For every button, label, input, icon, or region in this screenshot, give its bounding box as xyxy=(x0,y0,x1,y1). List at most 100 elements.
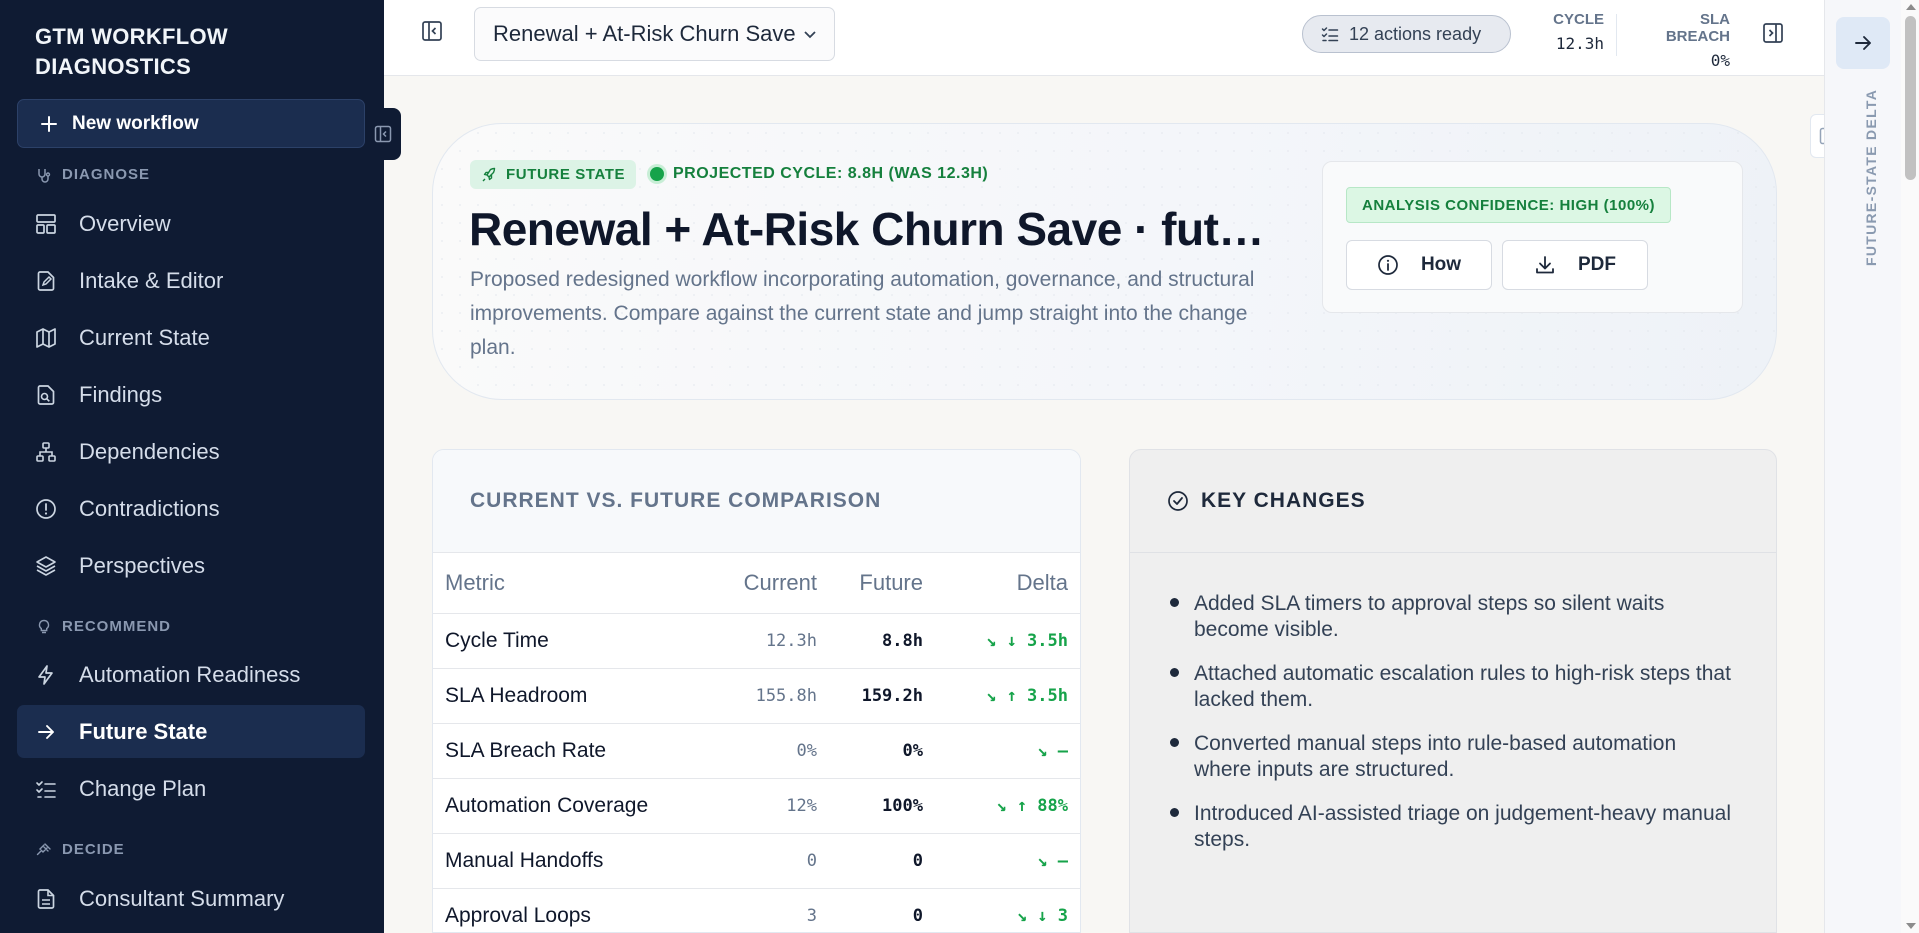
comparison-card: CURRENT VS. FUTURE COMPARISON Metric Cur… xyxy=(432,449,1081,933)
sidebar-item-consultant-summary[interactable]: Consultant Summary xyxy=(17,872,365,925)
file-edit-icon xyxy=(37,270,55,291)
comparison-title: CURRENT VS. FUTURE COMPARISON xyxy=(433,450,1080,553)
key-changes-list: Added SLA timers to approval steps so si… xyxy=(1130,553,1776,853)
sidebar-item-label: Findings xyxy=(79,381,163,407)
sidebar-item-contradictions[interactable]: Contradictions xyxy=(17,482,365,535)
chevron-down-icon xyxy=(804,31,816,39)
new-workflow-button[interactable]: New workflow xyxy=(17,99,365,148)
lightbulb-icon xyxy=(38,619,50,633)
metric-cell: Approval Loops xyxy=(433,888,723,932)
projected-cycle-badge: PROJECTED CYCLE: 8.8H (WAS 12.3H) xyxy=(650,165,988,183)
scroll-down-arrow[interactable] xyxy=(1906,923,1916,929)
toggle-sidebar-button[interactable] xyxy=(421,20,443,47)
future-cell: 100% xyxy=(829,778,935,834)
sidebar-item-intake-editor[interactable]: Intake & Editor xyxy=(17,254,365,307)
top-bar: Renewal + At-Risk Churn Save 12 actions … xyxy=(384,0,1824,76)
workflow-select[interactable]: Renewal + At-Risk Churn Save xyxy=(474,7,835,61)
current-cell: 0 xyxy=(723,833,829,889)
rail-label: FUTURE-STATE DELTA xyxy=(1863,88,1885,288)
list-checks-icon xyxy=(36,780,56,798)
new-workflow-label: New workflow xyxy=(72,112,199,134)
map-icon xyxy=(36,327,56,348)
status-dot xyxy=(650,167,664,181)
table-row: Automation Coverage 12% 100% ↘ ↑ 88% xyxy=(433,778,1080,834)
metric-cell: SLA Headroom xyxy=(433,668,723,724)
sidebar: GTM WORKFLOW DIAGNOSTICS New workflow DI… xyxy=(0,0,401,933)
sidebar-item-perspectives[interactable]: Perspectives xyxy=(17,539,365,592)
column-header: Current xyxy=(723,553,829,614)
current-cell: 3 xyxy=(723,888,829,932)
current-cell: 155.8h xyxy=(723,668,829,724)
sidebar-item-dependencies[interactable]: Dependencies xyxy=(17,425,365,478)
gavel-icon xyxy=(36,842,51,855)
sidebar-item-overview[interactable]: Overview xyxy=(17,197,365,250)
workflow-select-value: Renewal + At-Risk Churn Save xyxy=(493,21,796,46)
rocket-icon xyxy=(482,167,496,181)
key-changes-card: KEY CHANGES Added SLA timers to approval… xyxy=(1129,449,1777,933)
current-cell: 12% xyxy=(723,778,829,834)
scroll-up-arrow[interactable] xyxy=(1906,4,1916,10)
sidebar-item-findings[interactable]: Findings xyxy=(17,368,365,421)
toggle-right-panel-button[interactable] xyxy=(1762,22,1784,49)
page-scrollbar[interactable] xyxy=(1901,0,1919,933)
pdf-button[interactable]: PDF xyxy=(1502,240,1648,290)
delta-cell: ↘ ↓ 3.5h xyxy=(935,613,1080,669)
sidebar-item-label: Change Plan xyxy=(79,775,207,801)
scrollbar-thumb[interactable] xyxy=(1905,16,1916,180)
delta-cell: ↘ ↑ 3.5h xyxy=(935,668,1080,724)
download-icon xyxy=(1536,256,1554,274)
plus-icon xyxy=(41,115,57,132)
confidence-card: ANALYSIS CONFIDENCE: HIGH (100%) How PDF xyxy=(1322,161,1743,313)
column-header: Future xyxy=(829,553,935,614)
actions-ready-label: 12 actions ready xyxy=(1349,23,1482,44)
stethoscope-icon xyxy=(38,168,51,183)
sidebar-item-label: Future State xyxy=(79,718,208,744)
cycle-label: CYCLE xyxy=(1553,11,1604,28)
delta-cell: ↘ ↑ 88% xyxy=(935,778,1080,834)
table-row: SLA Headroom 155.8h 159.2h ↘ ↑ 3.5h xyxy=(433,668,1080,724)
list-checks-icon xyxy=(1321,27,1339,42)
zap-icon xyxy=(38,664,53,685)
future-cell: 0 xyxy=(829,888,935,932)
delta-cell: ↘ — xyxy=(935,723,1080,779)
file-search-icon xyxy=(37,384,55,405)
current-cell: 12.3h xyxy=(723,613,829,669)
how-button[interactable]: How xyxy=(1346,240,1492,290)
sidebar-item-label: Dependencies xyxy=(79,438,220,464)
rail-label-text: FUTURE-STATE DELTA xyxy=(1863,88,1879,266)
sidebar-item-future-state[interactable]: Future State xyxy=(17,705,365,758)
metric-cell: SLA Breach Rate xyxy=(433,723,723,779)
delta-cell: ↘ — xyxy=(935,833,1080,889)
actions-ready-button[interactable]: 12 actions ready xyxy=(1302,15,1511,53)
sla-breach-value: 0% xyxy=(1710,51,1730,70)
sidebar-item-label: Intake & Editor xyxy=(79,267,224,293)
sidebar-item-change-plan[interactable]: Change Plan xyxy=(17,762,365,815)
section-diagnose: DIAGNOSE xyxy=(36,166,150,183)
sidebar-collapse-button[interactable] xyxy=(365,108,401,160)
cycle-value: 12.3h xyxy=(1555,34,1604,53)
hero-card: FUTURE STATE PROJECTED CYCLE: 8.8H (WAS … xyxy=(432,123,1777,400)
panel-left-icon xyxy=(374,125,392,143)
confidence-badge: ANALYSIS CONFIDENCE: HIGH (100%) xyxy=(1346,187,1671,223)
brand-title: GTM WORKFLOW DIAGNOSTICS xyxy=(35,24,228,79)
column-header: Metric xyxy=(433,553,723,614)
how-button-label: How xyxy=(1420,254,1462,275)
section-diagnose-label: DIAGNOSE xyxy=(62,166,151,183)
layers-icon xyxy=(36,555,56,576)
sidebar-item-automation-readiness[interactable]: Automation Readiness xyxy=(17,648,365,701)
sidebar-item-label: Consultant Summary xyxy=(79,885,285,911)
table-header-row: Metric Current Future Delta xyxy=(433,553,1080,614)
expand-delta-button[interactable] xyxy=(1836,17,1890,69)
future-cell: 0 xyxy=(829,833,935,889)
future-state-badge-label: FUTURE STATE xyxy=(506,166,626,183)
projected-cycle-label: PROJECTED CYCLE: 8.8H (WAS 12.3H) xyxy=(673,165,989,182)
metric-cell: Manual Handoffs xyxy=(433,833,723,889)
table-row: SLA Breach Rate 0% 0% ↘ — xyxy=(433,723,1080,779)
table-row: Approval Loops 3 0 ↘ ↓ 3 xyxy=(433,888,1080,932)
key-changes-header: KEY CHANGES xyxy=(1130,450,1776,553)
list-item: Converted manual steps into rule-based a… xyxy=(1170,731,1736,783)
sidebar-item-current-state[interactable]: Current State xyxy=(17,311,365,364)
section-recommend-label: RECOMMEND xyxy=(62,618,171,635)
alert-circle-icon xyxy=(36,498,56,519)
list-item: Added SLA timers to approval steps so si… xyxy=(1170,591,1736,643)
